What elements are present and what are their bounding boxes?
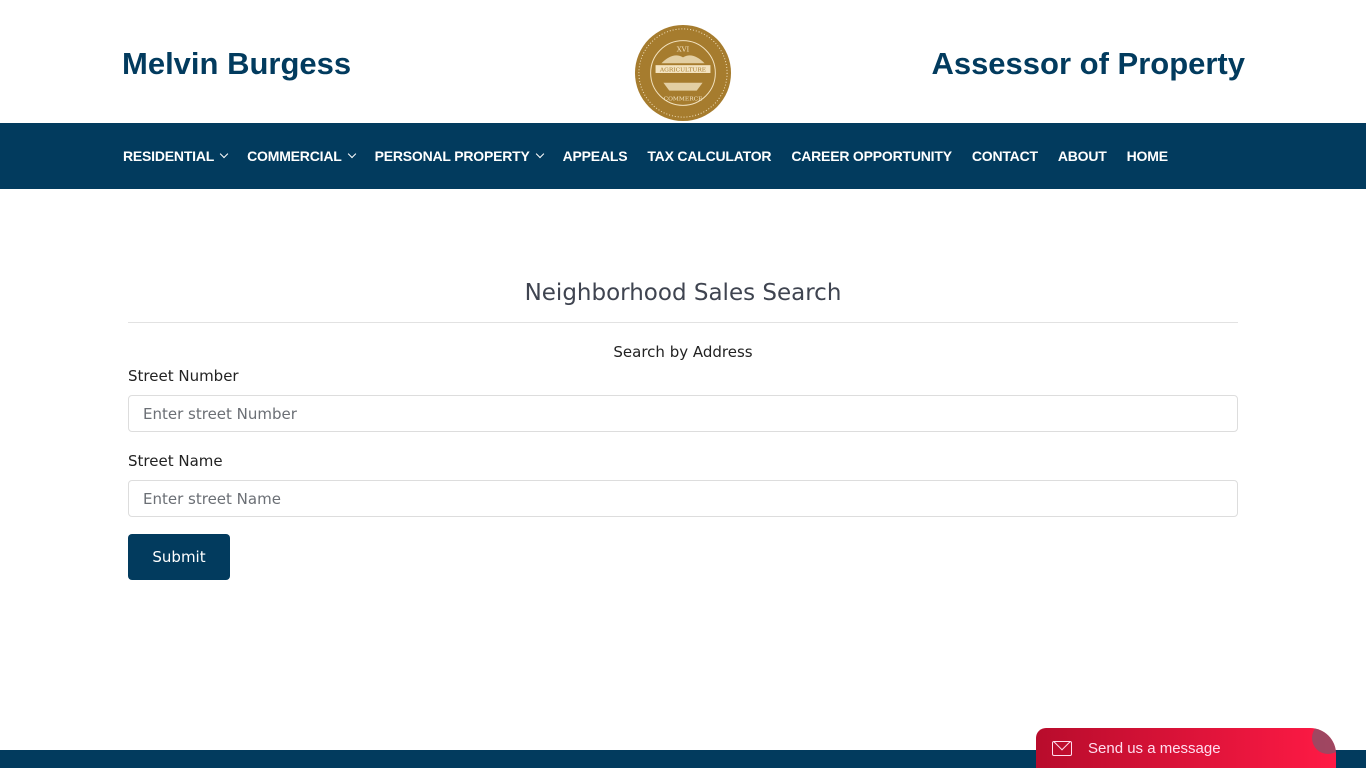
svg-text:COMMERCE: COMMERCE [664, 96, 703, 102]
office-title: Assessor of Property [931, 46, 1245, 81]
nav-home[interactable]: HOME [1127, 148, 1168, 164]
send-message-button[interactable]: Send us a message [1036, 728, 1336, 768]
assessor-name[interactable]: Melvin Burgess [122, 46, 351, 82]
form-subtitle: Search by Address [613, 343, 753, 361]
mail-icon [1052, 740, 1072, 756]
nav-label: RESIDENTIAL [123, 148, 215, 164]
nav-residential[interactable]: RESIDENTIAL [123, 148, 229, 164]
nav-contact[interactable]: CONTACT [972, 148, 1038, 164]
street-number-label: Street Number [128, 367, 239, 385]
nav-label: PERSONAL PROPERTY [374, 148, 530, 164]
street-name-label: Street Name [128, 452, 223, 470]
search-form: Neighborhood Sales Search Search by Addr… [128, 280, 1238, 580]
chat-decoration [1312, 728, 1336, 754]
page-title: Neighborhood Sales Search [128, 280, 1238, 323]
shelby-county-seal-logo[interactable]: XVI AGRICULTURE COMMERCE [634, 24, 732, 122]
chevron-down-icon [219, 149, 229, 159]
nav-personal-property[interactable]: PERSONAL PROPERTY [374, 148, 544, 164]
chevron-down-icon [347, 149, 356, 159]
svg-text:AGRICULTURE: AGRICULTURE [659, 68, 706, 74]
site-header: Melvin Burgess XVI AGRICULTURE COMMERCE … [0, 0, 1366, 123]
nav-appeals[interactable]: APPEALS [563, 148, 628, 164]
main-nav: RESIDENTIAL COMMERCIAL PERSONAL PROPERTY… [0, 123, 1366, 189]
nav-tax-calculator[interactable]: TAX CALCULATOR [647, 148, 771, 164]
nav-commercial[interactable]: COMMERCIAL [247, 148, 356, 164]
send-message-label: Send us a message [1088, 739, 1221, 757]
chevron-down-icon [535, 149, 544, 159]
nav-about[interactable]: ABOUT [1058, 148, 1107, 164]
submit-button[interactable]: Submit [128, 534, 230, 580]
street-number-input[interactable] [128, 395, 1238, 432]
svg-text:XVI: XVI [677, 45, 690, 53]
nav-career-opportunity[interactable]: CAREER OPPORTUNITY [791, 148, 952, 164]
street-name-input[interactable] [128, 480, 1238, 517]
nav-label: COMMERCIAL [247, 148, 342, 164]
